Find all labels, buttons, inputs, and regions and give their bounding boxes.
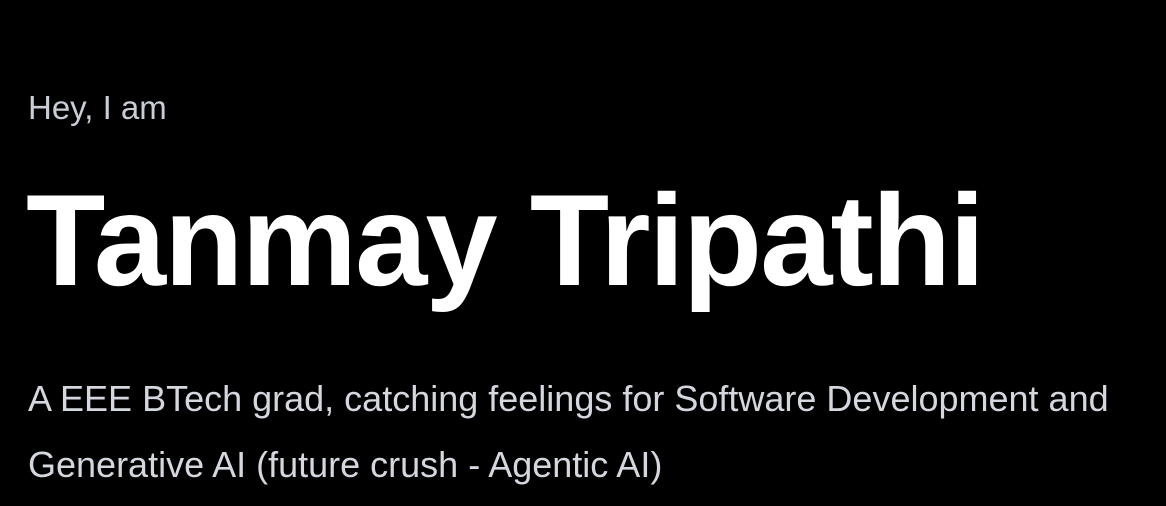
name-heading: Tanmay Tripathi — [26, 167, 985, 313]
tagline-text: A EEE BTech grad, catching feelings for … — [28, 378, 1109, 485]
hero-section: Hey, I am Tanmay Tripathi A EEE BTech gr… — [0, 0, 1166, 506]
greeting-text: Hey, I am — [28, 89, 167, 126]
